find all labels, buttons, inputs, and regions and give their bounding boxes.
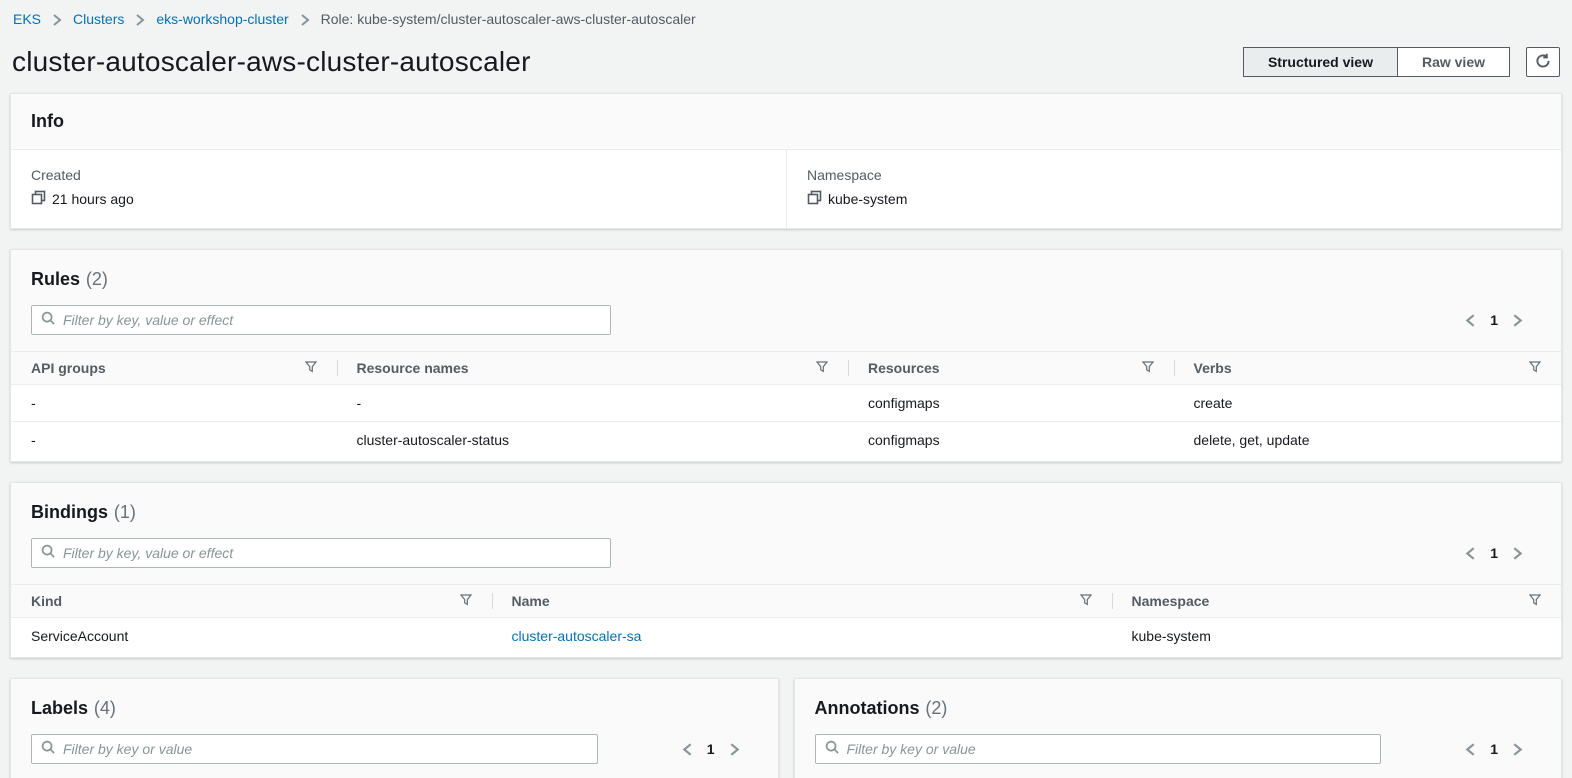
breadcrumb-link-cluster-name[interactable]: eks-workshop-cluster [156,11,288,27]
annotations-filter [815,734,1382,764]
annotations-filter-input[interactable] [847,741,1372,757]
bindings-pagination: 1 [1461,544,1541,563]
bindings-panel-header: Bindings (1) 1 [11,483,1561,584]
filter-funnel-icon[interactable] [1080,593,1092,609]
breadcrumb: EKS Clusters eks-workshop-cluster Role: … [10,0,1562,27]
bindings-count: (1) [114,502,136,522]
bindings-col-name[interactable]: Name [512,593,550,609]
annotations-page-number[interactable]: 1 [1490,741,1498,757]
breadcrumb-separator-icon [133,13,147,27]
annotations-panel: Annotations (2) 1 Key [794,678,1563,778]
labels-panel-header: Labels (4) 1 [11,679,778,778]
created-label: Created [31,167,766,183]
breadcrumb-link-clusters[interactable]: Clusters [73,11,124,27]
labels-annotations-row: Labels (4) 1 Key [10,678,1562,778]
bindings-filter [31,538,611,568]
eks-role-detail-page: EKS Clusters eks-workshop-cluster Role: … [0,0,1572,778]
labels-next-page-button[interactable] [725,740,744,759]
info-panel: Info Created 21 hours ago Namespace kube… [10,93,1562,229]
structured-view-button[interactable]: Structured view [1243,47,1398,77]
filter-funnel-icon[interactable] [1142,360,1154,376]
bindings-col-namespace[interactable]: Namespace [1132,593,1210,609]
annotations-next-page-button[interactable] [1508,740,1527,759]
bindings-filter-input[interactable] [63,545,601,561]
refresh-icon [1535,53,1551,72]
page-header: cluster-autoscaler-aws-cluster-autoscale… [12,46,1560,78]
bindings-table: Kind Name Namespace ServiceAccount clust… [11,584,1561,654]
info-title: Info [31,111,1541,132]
labels-panel: Labels (4) 1 Key [10,678,779,778]
namespace-value: kube-system [828,191,907,207]
rules-page-number[interactable]: 1 [1490,312,1498,328]
annotations-title: Annotations [815,698,920,718]
namespace-label: Namespace [807,167,1541,183]
rules-count: (2) [86,269,108,289]
search-icon [41,311,56,329]
annotations-pagination: 1 [1461,740,1541,759]
info-field-created: Created 21 hours ago [11,150,786,228]
labels-filter [31,734,598,764]
filter-funnel-icon[interactable] [305,360,317,376]
labels-prev-page-button[interactable] [678,740,697,759]
rules-next-page-button[interactable] [1508,311,1527,330]
info-content: Created 21 hours ago Namespace kube-syst… [11,150,1561,228]
filter-funnel-icon[interactable] [460,593,472,609]
rules-filter-input[interactable] [63,312,601,328]
bindings-next-page-button[interactable] [1508,544,1527,563]
search-icon [41,740,56,758]
labels-count: (4) [94,698,116,718]
rules-title: Rules [31,269,80,289]
rules-filter [31,305,611,335]
filter-funnel-icon[interactable] [1529,360,1541,376]
annotations-count: (2) [925,698,947,718]
rules-panel: Rules (2) 1 API groups Resource names Re [10,249,1562,462]
annotations-prev-page-button[interactable] [1461,740,1480,759]
labels-page-number[interactable]: 1 [707,741,715,757]
bindings-table-row: ServiceAccount cluster-autoscaler-sa kub… [11,618,1561,655]
breadcrumb-separator-icon [298,13,312,27]
rules-panel-header: Rules (2) 1 [11,250,1561,351]
view-toggle: Structured view Raw view [1243,47,1510,77]
info-field-namespace: Namespace kube-system [786,150,1561,228]
bindings-panel: Bindings (1) 1 Kind Name Namespace [10,482,1562,658]
rules-col-resource-names[interactable]: Resource names [357,360,469,376]
rules-pagination: 1 [1461,311,1541,330]
bindings-page-number[interactable]: 1 [1490,545,1498,561]
annotations-panel-header: Annotations (2) 1 [795,679,1562,778]
refresh-button[interactable] [1526,47,1560,77]
bindings-col-kind[interactable]: Kind [31,593,62,609]
filter-funnel-icon[interactable] [1529,593,1541,609]
labels-title: Labels [31,698,88,718]
header-actions: Structured view Raw view [1243,47,1560,77]
rules-table: API groups Resource names Resources Verb… [11,351,1561,458]
info-panel-header: Info [11,94,1561,150]
rules-col-api-groups[interactable]: API groups [31,360,106,376]
copy-icon[interactable] [31,190,46,208]
rules-col-resources[interactable]: Resources [868,360,940,376]
search-icon [825,740,840,758]
labels-pagination: 1 [678,740,758,759]
rules-table-row: - cluster-autoscaler-status configmaps d… [11,422,1561,459]
service-account-link[interactable]: cluster-autoscaler-sa [512,628,642,644]
filter-funnel-icon[interactable] [816,360,828,376]
labels-filter-input[interactable] [63,741,588,757]
created-value: 21 hours ago [52,191,134,207]
rules-col-verbs[interactable]: Verbs [1194,360,1232,376]
copy-icon[interactable] [807,190,822,208]
raw-view-button[interactable]: Raw view [1398,47,1510,77]
bindings-prev-page-button[interactable] [1461,544,1480,563]
breadcrumb-separator-icon [50,13,64,27]
search-icon [41,544,56,562]
breadcrumb-current: Role: kube-system/cluster-autoscaler-aws… [321,11,696,27]
rules-prev-page-button[interactable] [1461,311,1480,330]
breadcrumb-link-eks[interactable]: EKS [13,11,41,27]
rules-table-row: - - configmaps create [11,385,1561,422]
page-title: cluster-autoscaler-aws-cluster-autoscale… [12,46,531,78]
bindings-title: Bindings [31,502,108,522]
